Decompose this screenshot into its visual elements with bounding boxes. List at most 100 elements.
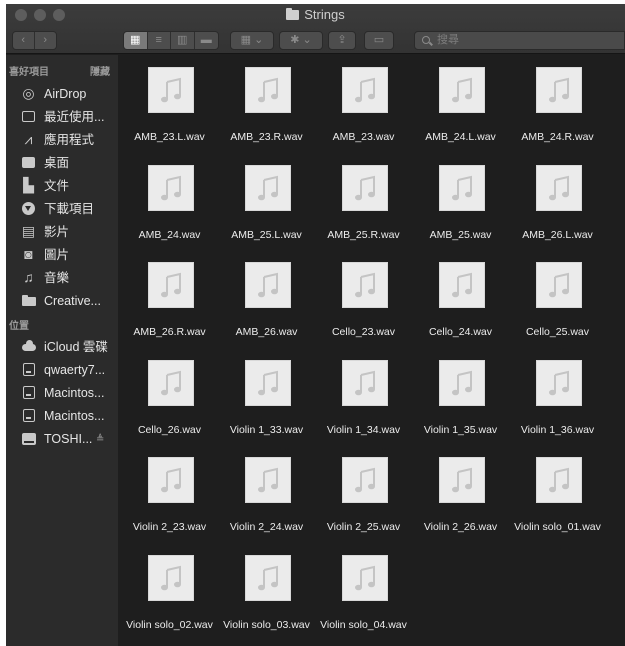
file-name: Violin 1_34.wav <box>326 423 401 436</box>
sidebar-item-icloud[interactable]: iCloud 雲碟 <box>6 336 118 358</box>
sidebar-item-macintosh-2[interactable]: Macintos... <box>6 405 118 427</box>
file-name: AMB_25.L.wav <box>231 228 302 241</box>
sidebar-item-desktop[interactable]: 桌面 <box>6 152 118 174</box>
file-name: AMB_23.R.wav <box>230 131 303 143</box>
file-name: AMB_24.wav <box>138 228 201 241</box>
music-icon: ♫ <box>23 269 34 285</box>
file-item[interactable]: AMB_24.wav <box>121 153 218 249</box>
icon-view-button[interactable]: ▦ <box>124 32 148 49</box>
file-grid: AMB_23.L.wav AMB_23.R.wav AMB_23.wav AMB_24… <box>118 55 625 646</box>
window-title-text: Strings <box>304 7 345 22</box>
sidebar-item-applications[interactable]: ⩘ 應用程式 <box>6 129 118 151</box>
file-name: Violin 1_36.wav <box>520 423 595 436</box>
file-name: Violin 2_25.wav <box>326 521 401 533</box>
file-item[interactable]: Cello_23.wav <box>315 250 412 346</box>
file-item[interactable]: AMB_25.L.wav <box>218 153 315 249</box>
sidebar-item-downloads[interactable]: 下載項目 <box>6 198 118 220</box>
file-item[interactable]: AMB_23.R.wav <box>218 55 315 151</box>
sidebar-item-macintosh-1[interactable]: Macintos... <box>6 382 118 404</box>
sidebar-item-airdrop[interactable]: ◎ AirDrop <box>6 83 118 105</box>
file-item[interactable]: AMB_26.L.wav <box>509 153 606 249</box>
sidebar-item-qwaerty[interactable]: qwaerty7... <box>6 359 118 381</box>
folder-icon <box>286 8 300 20</box>
file-item[interactable]: Cello_24.wav <box>412 250 509 346</box>
sidebar: 喜好項目 隱藏 ◎ AirDrop 最近使用... ⩘ 應用程式 桌面 ▙ 文件… <box>6 55 118 646</box>
action-menu-button[interactable]: ✱ ⌄ <box>279 31 323 50</box>
airdrop-icon: ◎ <box>22 85 35 101</box>
file-item[interactable]: AMB_25.R.wav <box>315 153 412 249</box>
audio-file-icon <box>439 457 485 503</box>
file-item[interactable]: AMB_23.L.wav <box>121 55 218 151</box>
group-by-button[interactable]: ▦ ⌄ <box>230 31 274 50</box>
file-item[interactable]: AMB_23.wav <box>315 55 412 151</box>
search-field[interactable]: 搜尋 <box>414 31 625 50</box>
file-item[interactable]: AMB_24.R.wav <box>509 55 606 151</box>
downloads-icon <box>21 201 36 216</box>
sidebar-item-movies[interactable]: ▤ 影片 <box>6 221 118 243</box>
gallery-view-button[interactable]: ▬ <box>194 32 218 49</box>
sidebar-item-toshiba[interactable]: TOSHI... ≜ <box>6 428 118 450</box>
file-item[interactable]: Violin solo_03.wav <box>218 543 315 639</box>
audio-file-icon <box>439 262 485 308</box>
hide-favorites-button[interactable]: 隱藏 <box>90 67 110 79</box>
sidebar-item-pictures[interactable]: ◙ 圖片 <box>6 244 118 266</box>
file-item[interactable]: Violin solo_02.wav <box>121 543 218 639</box>
sidebar-item-label: Macintos... <box>44 409 105 423</box>
sidebar-item-label: TOSHI... <box>44 432 93 446</box>
sidebar-item-documents[interactable]: ▙ 文件 <box>6 175 118 197</box>
eject-icon[interactable]: ≜ <box>96 432 104 447</box>
audio-file-icon <box>148 67 194 113</box>
file-item[interactable]: Violin 2_26.wav <box>412 445 509 541</box>
file-item[interactable]: Violin 1_36.wav <box>509 348 606 444</box>
documents-icon: ▙ <box>23 177 34 193</box>
back-button[interactable]: ‹ <box>13 32 35 49</box>
file-item[interactable]: Violin solo_04.wav <box>315 543 412 639</box>
file-name: Violin 1_35.wav <box>423 423 498 436</box>
column-view-button[interactable]: ▥ <box>171 32 195 49</box>
audio-file-icon <box>148 262 194 308</box>
file-item[interactable]: AMB_24.L.wav <box>412 55 509 151</box>
file-item[interactable]: Cello_25.wav <box>509 250 606 346</box>
audio-file-icon <box>245 457 291 503</box>
file-item[interactable]: Violin 2_23.wav <box>121 445 218 541</box>
file-name: AMB_23.L.wav <box>134 131 205 143</box>
file-item[interactable]: AMB_26.R.wav <box>121 250 218 346</box>
forward-button[interactable]: › <box>34 32 56 49</box>
audio-file-icon <box>148 554 194 601</box>
cloud-icon <box>21 339 36 354</box>
file-item[interactable]: Violin 1_34.wav <box>315 348 412 444</box>
file-name: AMB_26.wav <box>235 326 298 338</box>
sidebar-item-label: 桌面 <box>44 156 70 170</box>
movies-icon: ▤ <box>21 223 36 239</box>
audio-file-icon <box>439 67 485 113</box>
audio-file-icon <box>536 67 582 113</box>
sidebar-item-recents[interactable]: 最近使用... <box>6 106 118 128</box>
file-item[interactable]: AMB_25.wav <box>412 153 509 249</box>
tags-button[interactable]: ▭ <box>364 31 394 50</box>
chevron-right-icon: › <box>43 34 48 46</box>
disk-icon <box>21 362 36 377</box>
sidebar-item-music[interactable]: ♫ 音樂 <box>6 267 118 289</box>
file-name: Cello_23.wav <box>331 326 396 338</box>
audio-file-icon <box>245 359 291 406</box>
file-item[interactable]: Violin 1_35.wav <box>412 348 509 444</box>
list-view-button[interactable]: ≡ <box>147 32 171 49</box>
file-item[interactable]: AMB_26.wav <box>218 250 315 346</box>
disk-icon <box>21 408 36 423</box>
finder-window: Strings ‹ › ▦ ≡ ▥ ▬ ▦ ⌄ ✱ ⌄ ⇪ ▭ 搜尋 喜好項目 … <box>6 4 625 646</box>
file-name: AMB_26.R.wav <box>133 326 206 338</box>
applications-icon: ⩘ <box>24 131 33 147</box>
group-by-chevron: ⌄ <box>254 34 264 46</box>
file-item[interactable]: Cello_26.wav <box>121 348 218 444</box>
file-item[interactable]: Violin 2_24.wav <box>218 445 315 541</box>
audio-file-icon <box>342 554 388 601</box>
share-button[interactable]: ⇪ <box>328 31 356 50</box>
audio-file-icon <box>342 164 388 211</box>
sidebar-item-creative[interactable]: Creative... <box>6 290 118 312</box>
file-item[interactable]: Violin solo_01.wav <box>509 445 606 541</box>
chevron-left-icon: ‹ <box>21 34 26 46</box>
file-item[interactable]: Violin 1_33.wav <box>218 348 315 444</box>
file-name: Violin 2_26.wav <box>423 521 498 533</box>
group-by-icon: ▦ <box>240 34 252 46</box>
file-item[interactable]: Violin 2_25.wav <box>315 445 412 541</box>
